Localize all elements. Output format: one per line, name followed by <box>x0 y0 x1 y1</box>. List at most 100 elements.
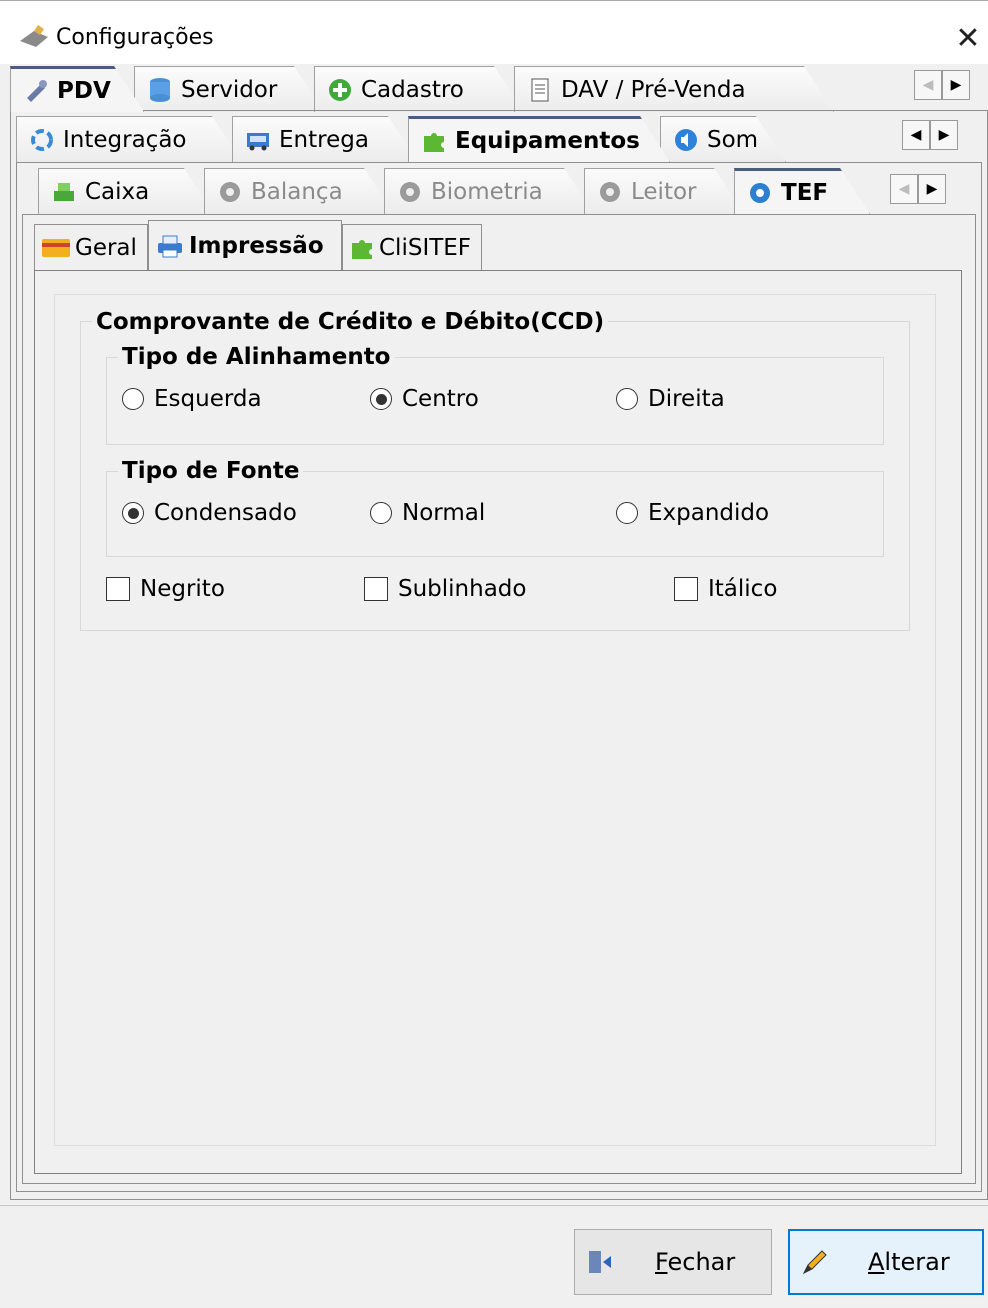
radio-button[interactable] <box>122 502 144 524</box>
tab-clisitef[interactable]: CliSITEF <box>342 224 482 270</box>
tab-label: Som <box>707 126 759 153</box>
checkbox-label: Sublinhado <box>398 576 527 602</box>
tab-dav[interactable]: DAV / Pré-Venda <box>514 66 834 112</box>
mnemonic-letter: A <box>868 1248 885 1276</box>
puzzle-icon <box>421 128 447 154</box>
alterar-button[interactable]: Alterar <box>788 1229 984 1295</box>
scroll-left-button[interactable]: ◀ <box>902 120 930 150</box>
ccd-group-title: Comprovante de Crédito e Débito(CCD) <box>92 309 609 335</box>
tab-leitor[interactable]: Leitor <box>584 168 744 214</box>
radio-button[interactable] <box>616 388 638 410</box>
tab-equipamentos[interactable]: Equipamentos <box>408 116 670 162</box>
gear-icon <box>217 179 243 205</box>
tab-scroll-row3: ◀ ▶ <box>890 174 946 204</box>
checkbox[interactable] <box>674 577 698 601</box>
title-bar: Configurações ✕ <box>0 0 988 64</box>
radio-centro[interactable]: Centro <box>370 386 479 412</box>
cash-register-icon <box>51 179 77 205</box>
tab-row-equipamentos: Caixa Balança Biometria Leitor TEF ◀ ▶ <box>10 168 988 214</box>
label-rest: lterar <box>884 1248 950 1276</box>
bottom-separator <box>0 1205 988 1206</box>
tab-biometria[interactable]: Biometria <box>384 168 594 214</box>
radio-direita[interactable]: Direita <box>616 386 725 412</box>
pencil-icon <box>800 1247 830 1277</box>
tab-integracao[interactable]: Integração <box>16 116 242 162</box>
font-group-title: Tipo de Fonte <box>118 458 304 484</box>
checkbox-label: Negrito <box>140 576 225 602</box>
radio-label: Centro <box>402 386 479 412</box>
tab-label: Geral <box>75 234 137 261</box>
gear-icon <box>597 179 623 205</box>
checkbox-label: Itálico <box>708 576 778 602</box>
mnemonic-letter: F <box>655 1248 668 1276</box>
scroll-right-button[interactable]: ▶ <box>918 174 946 204</box>
checkbox-italico[interactable]: Itálico <box>674 576 777 602</box>
tab-cadastro[interactable]: Cadastro <box>314 66 524 112</box>
tab-som[interactable]: Som <box>660 116 786 162</box>
tab-label: Biometria <box>431 178 543 205</box>
radio-normal[interactable]: Normal <box>370 500 485 526</box>
document-icon <box>527 77 553 103</box>
checkbox[interactable] <box>106 577 130 601</box>
scroll-right-button[interactable]: ▶ <box>942 70 970 100</box>
tab-row-pdv: Integração Entrega Equipamentos Som ◀ ▶ <box>10 116 988 162</box>
tab-label: Leitor <box>631 178 697 205</box>
fechar-button-label: Fechar <box>655 1248 735 1276</box>
tab-label: DAV / Pré-Venda <box>561 76 746 103</box>
tab-label: PDV <box>57 77 111 104</box>
gear-icon <box>397 179 423 205</box>
tab-scroll-row2: ◀ ▶ <box>902 120 958 150</box>
tab-label: Equipamentos <box>455 127 640 154</box>
tab-scroll-row1: ◀ ▶ <box>914 70 970 100</box>
tab-servidor[interactable]: Servidor <box>134 66 324 112</box>
tab-row-main: PDV Servidor Cadastro DAV / Pré-Venda ◀ … <box>10 64 988 110</box>
radio-label: Direita <box>648 386 725 412</box>
scroll-left-button[interactable]: ◀ <box>890 174 918 204</box>
speaker-icon <box>673 127 699 153</box>
window-title: Configurações <box>56 25 214 50</box>
radio-button[interactable] <box>616 502 638 524</box>
radio-button[interactable] <box>370 502 392 524</box>
tab-label: CliSITEF <box>379 234 472 261</box>
tab-impressao[interactable]: Impressão <box>148 220 342 270</box>
radio-button[interactable] <box>370 388 392 410</box>
tab-label: Integração <box>63 126 187 153</box>
tab-label: Servidor <box>181 76 278 103</box>
radio-condensado[interactable]: Condensado <box>122 500 297 526</box>
tab-tef[interactable]: TEF <box>734 168 870 214</box>
close-window-button[interactable]: ✕ <box>948 19 988 59</box>
checkbox[interactable] <box>364 577 388 601</box>
tab-label: TEF <box>781 179 829 206</box>
alignment-group-title: Tipo de Alinhamento <box>118 344 395 370</box>
tab-entrega[interactable]: Entrega <box>232 116 418 162</box>
checkbox-negrito[interactable]: Negrito <box>106 576 225 602</box>
exit-door-icon <box>585 1247 615 1277</box>
scroll-right-button[interactable]: ▶ <box>930 120 958 150</box>
card-icon <box>41 236 71 260</box>
radio-expandido[interactable]: Expandido <box>616 500 769 526</box>
tab-balanca[interactable]: Balança <box>204 168 394 214</box>
radio-button[interactable] <box>122 388 144 410</box>
radio-label: Normal <box>402 500 486 526</box>
tab-label: Impressão <box>189 232 324 259</box>
scroll-left-button[interactable]: ◀ <box>914 70 942 100</box>
gear-icon <box>747 180 773 206</box>
tab-pdv[interactable]: PDV <box>10 66 144 112</box>
tools-icon <box>23 78 49 104</box>
tab-label: Balança <box>251 178 343 205</box>
tab-caixa[interactable]: Caixa <box>38 168 214 214</box>
tab-label: Cadastro <box>361 76 464 103</box>
label-rest: echar <box>667 1248 736 1276</box>
alterar-button-label: Alterar <box>868 1248 950 1276</box>
radio-label: Expandido <box>648 500 770 526</box>
app-icon <box>18 23 52 49</box>
fechar-button[interactable]: Fechar <box>574 1229 772 1295</box>
checkbox-sublinhado[interactable]: Sublinhado <box>364 576 526 602</box>
truck-icon <box>245 127 271 153</box>
radio-esquerda[interactable]: Esquerda <box>122 386 262 412</box>
integration-icon <box>29 127 55 153</box>
tab-label: Entrega <box>279 126 369 153</box>
tab-geral[interactable]: Geral <box>34 224 148 270</box>
database-icon <box>147 77 173 103</box>
radio-label: Condensado <box>154 500 297 526</box>
